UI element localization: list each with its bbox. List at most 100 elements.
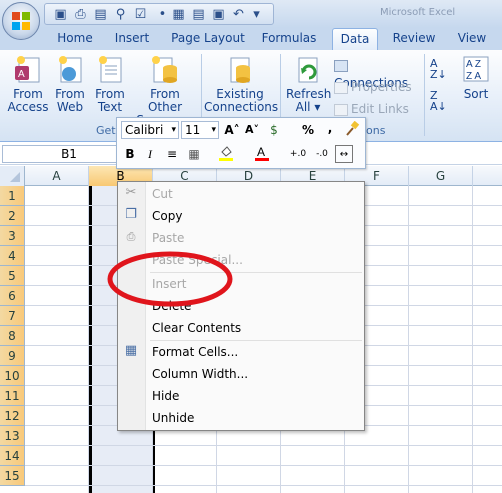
from-web-button[interactable]: From Web bbox=[50, 54, 90, 114]
menu-item-clear-contents[interactable]: Clear Contents bbox=[152, 318, 352, 338]
menu-item-column-width[interactable]: Column Width... bbox=[152, 364, 352, 384]
edit-links-icon bbox=[334, 103, 348, 116]
menu-separator bbox=[150, 340, 362, 341]
sort-button[interactable]: A Z Z A Sort bbox=[456, 54, 496, 101]
grid-column-line bbox=[408, 186, 409, 493]
access-icon: A bbox=[13, 54, 43, 84]
more-icon[interactable]: • bbox=[155, 7, 170, 22]
sort-label: Sort bbox=[463, 87, 489, 101]
tab-view[interactable]: View bbox=[452, 28, 492, 50]
connections-button[interactable]: Connections bbox=[334, 56, 424, 90]
row-header-15[interactable]: 15 bbox=[0, 466, 25, 486]
borders-icon[interactable]: ▦ bbox=[185, 145, 203, 163]
row-header-6[interactable]: 6 bbox=[0, 286, 25, 306]
menu-item-paste[interactable]: Paste bbox=[152, 228, 352, 248]
tab-formulas[interactable]: Formulas bbox=[258, 28, 320, 50]
grow-font-icon[interactable]: A˄ bbox=[223, 121, 241, 139]
column-header-g[interactable]: G bbox=[409, 166, 473, 186]
align-center-icon[interactable]: ≡ bbox=[163, 145, 181, 163]
svg-text:A: A bbox=[18, 69, 25, 80]
format-cells-icon: ▦ bbox=[124, 343, 138, 358]
row-header-3[interactable]: 3 bbox=[0, 226, 25, 246]
sort-ascending-icon[interactable]: A Z↓ bbox=[430, 58, 452, 82]
print-preview-icon[interactable]: ▤ bbox=[93, 7, 108, 22]
existing-connections-icon bbox=[225, 54, 255, 84]
merge-center-icon[interactable]: ↔ bbox=[335, 145, 353, 163]
size-dropdown-icon[interactable]: ▾ bbox=[211, 122, 216, 138]
row-header-9[interactable]: 9 bbox=[0, 346, 25, 366]
get-external-data-label: Get bbox=[96, 124, 116, 137]
italic-icon[interactable]: I bbox=[141, 145, 159, 163]
database-icon bbox=[150, 54, 180, 84]
grid-row-line bbox=[25, 445, 502, 446]
menu-item-hide[interactable]: Hide bbox=[152, 386, 352, 406]
format-icon[interactable]: ▣ bbox=[211, 7, 226, 22]
undo-icon[interactable]: ↶ bbox=[231, 7, 246, 22]
sort-descending-icon[interactable]: Z A↓ bbox=[430, 90, 452, 114]
menu-item-format-cells[interactable]: Format Cells... bbox=[152, 342, 352, 362]
properties-button[interactable]: Properties bbox=[334, 78, 424, 96]
check-icon[interactable]: ☑ bbox=[133, 7, 148, 22]
row-header-14[interactable]: 14 bbox=[0, 446, 25, 466]
row-header-1[interactable]: 1 bbox=[0, 186, 25, 206]
select-all-corner[interactable] bbox=[0, 166, 25, 186]
tab-page-layout[interactable]: Page Layout bbox=[168, 28, 248, 50]
web-icon bbox=[55, 54, 85, 84]
menu-item-copy[interactable]: Copy bbox=[152, 206, 352, 226]
row-header-13[interactable]: 13 bbox=[0, 426, 25, 446]
comma-icon[interactable]: , bbox=[321, 119, 339, 137]
shrink-font-icon[interactable]: A˅ bbox=[243, 121, 261, 139]
bold-icon[interactable]: B bbox=[121, 145, 139, 163]
row-header-10[interactable]: 10 bbox=[0, 366, 25, 386]
decrease-decimal-icon[interactable]: -.0 bbox=[311, 145, 333, 163]
fill-color-swatch bbox=[219, 158, 233, 161]
row-header-11[interactable]: 11 bbox=[0, 386, 25, 406]
fill-color-icon[interactable] bbox=[217, 145, 235, 163]
row-header-8[interactable]: 8 bbox=[0, 326, 25, 346]
table-icon[interactable]: ▤ bbox=[191, 7, 206, 22]
print-icon[interactable]: ⎙ bbox=[73, 7, 88, 22]
percent-icon[interactable]: % bbox=[299, 121, 317, 139]
currency-icon[interactable]: $ bbox=[265, 121, 283, 139]
existing-line2: Connections bbox=[204, 100, 279, 114]
refresh-line2: All ▾ bbox=[295, 100, 321, 114]
format-painter-icon[interactable] bbox=[343, 120, 361, 139]
menu-item-unhide[interactable]: Unhide bbox=[152, 408, 352, 428]
tab-insert[interactable]: Insert bbox=[108, 28, 156, 50]
font-name-box[interactable]: Calibri ▾ bbox=[121, 121, 179, 139]
from-access-button[interactable]: A From Access bbox=[6, 54, 50, 114]
font-dropdown-icon[interactable]: ▾ bbox=[171, 122, 176, 138]
preview-icon[interactable]: ⚲ bbox=[113, 7, 128, 22]
text-file-icon bbox=[95, 54, 125, 84]
row-header-5[interactable]: 5 bbox=[0, 266, 25, 286]
selection-border-left bbox=[89, 186, 92, 493]
row-header-2[interactable]: 2 bbox=[0, 206, 25, 226]
font-color-icon[interactable]: A bbox=[253, 145, 271, 163]
undo-dropdown-icon[interactable]: ▾ bbox=[249, 7, 264, 22]
existing-connections-button[interactable]: Existing Connections bbox=[204, 54, 279, 114]
tab-review[interactable]: Review bbox=[386, 28, 442, 50]
refresh-all-button[interactable]: Refresh All ▾ bbox=[286, 54, 331, 114]
from-text-button[interactable]: From Text bbox=[90, 54, 130, 114]
tab-data[interactable]: Data bbox=[332, 28, 378, 50]
tab-home[interactable]: Home bbox=[52, 28, 98, 50]
edit-links-button[interactable]: Edit Links bbox=[334, 100, 424, 118]
from-web-line2: Web bbox=[56, 100, 84, 114]
grid-icon[interactable]: ▦ bbox=[171, 7, 186, 22]
increase-decimal-icon[interactable]: +.0 bbox=[287, 145, 309, 163]
quick-access-toolbar: ▣ ⎙ ▤ ⚲ ☑ • ▦ ▤ ▣ ↶ ▾ bbox=[44, 3, 274, 25]
office-logo-icon bbox=[12, 12, 30, 30]
font-size-box[interactable]: 11 ▾ bbox=[181, 121, 219, 139]
from-other-line1: From Other bbox=[147, 87, 183, 114]
menu-item-cut[interactable]: Cut bbox=[152, 184, 352, 204]
grid-column-line bbox=[88, 186, 89, 493]
row-header-12[interactable]: 12 bbox=[0, 406, 25, 426]
grid-row-line bbox=[25, 465, 502, 466]
column-header-a[interactable]: A bbox=[25, 166, 89, 186]
grid-column-line bbox=[472, 186, 473, 493]
mini-toolbar: Calibri ▾ 11 ▾ A˄ A˅ $ % , B I ≡ ▦ A +.0… bbox=[116, 117, 366, 169]
save-icon[interactable]: ▣ bbox=[53, 7, 68, 22]
office-button[interactable] bbox=[2, 2, 40, 40]
row-header-7[interactable]: 7 bbox=[0, 306, 25, 326]
row-header-4[interactable]: 4 bbox=[0, 246, 25, 266]
